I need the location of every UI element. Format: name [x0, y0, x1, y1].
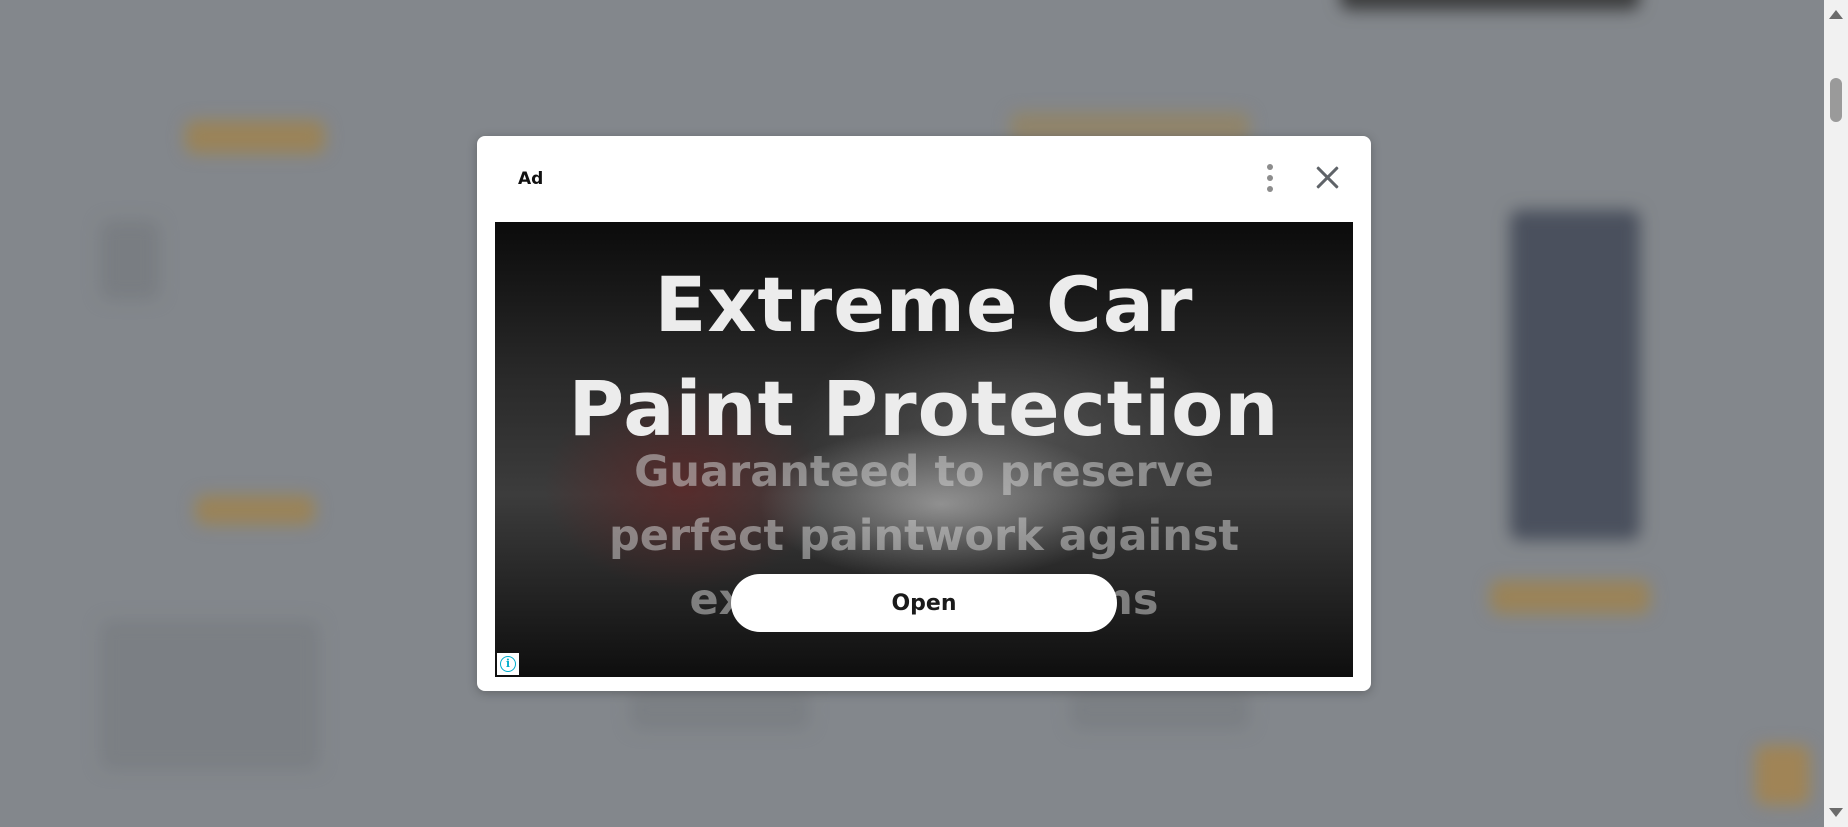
- scrollbar[interactable]: [1824, 0, 1848, 827]
- info-icon[interactable]: i: [497, 653, 519, 675]
- ad-subline-line-1: Guaranteed to preserve: [634, 447, 1214, 497]
- close-icon[interactable]: [1313, 162, 1343, 192]
- ad-label: Ad: [518, 169, 544, 189]
- open-button[interactable]: Open: [731, 574, 1117, 632]
- ad-headline-line-1: Extreme Car: [654, 260, 1194, 349]
- ad-subline-line-2: perfect paintwork against: [608, 511, 1240, 561]
- scroll-down-icon[interactable]: [1829, 808, 1843, 817]
- ad-creative[interactable]: Extreme Car Paint Protection Guaranteed …: [495, 222, 1353, 677]
- ad-modal: Ad Extreme Car Paint Protection Guarante…: [477, 136, 1371, 691]
- scroll-thumb[interactable]: [1830, 78, 1842, 122]
- scroll-up-icon[interactable]: [1829, 10, 1843, 19]
- info-glyph: i: [500, 656, 516, 672]
- more-vert-icon[interactable]: [1262, 164, 1278, 192]
